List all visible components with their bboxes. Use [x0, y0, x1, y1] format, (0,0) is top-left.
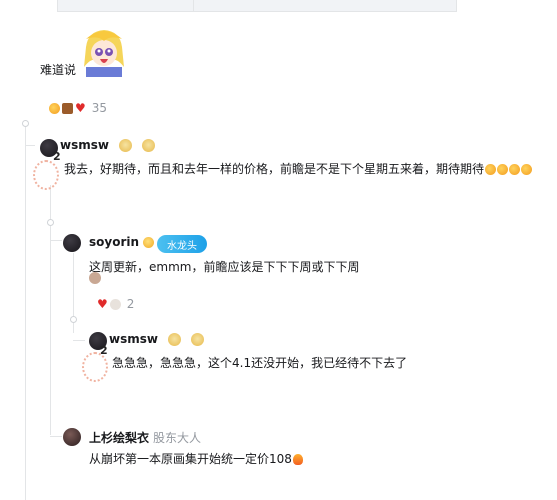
thread-branch	[73, 340, 85, 341]
username[interactable]: soyorin	[89, 235, 139, 249]
comment-header: soyorin	[89, 235, 155, 249]
comment-text: 我去，好期待，而且和去年一样的价格，前瞻是不是下个星期五来着，期待期待	[64, 162, 485, 176]
comment-text: 难道说	[40, 63, 77, 77]
heart-icon: ♥	[97, 296, 108, 311]
anime-sticker-image	[80, 27, 128, 77]
comment-header: wsmsw	[109, 332, 204, 346]
comment-text: 急急急，急急急，这个4.1还没开始，我已经待不下去了	[112, 356, 408, 370]
avatar-frame-decoration	[33, 160, 59, 190]
reaction-count: 2	[126, 297, 135, 311]
user-title: 股东大人	[153, 431, 202, 445]
surprised-emoji-icon	[292, 453, 303, 465]
comment-text: 从崩坏第一本原画集开始统一定价108	[89, 452, 292, 466]
comment-body: 我去，好期待，而且和去年一样的价格，前瞻是不是下个星期五来着，期待期待	[64, 161, 544, 177]
small-avatar-icon	[89, 272, 101, 284]
hug-emoji-icon	[509, 163, 521, 175]
heart-eyes-emoji-icon	[143, 236, 155, 248]
fan-badge-icon	[118, 138, 132, 152]
card-divider	[193, 0, 194, 12]
user-tag-badge: 水龙头	[157, 235, 207, 253]
comment-header: wsmsw	[60, 138, 155, 152]
hug-emoji-icon	[485, 163, 497, 175]
thread-branch	[25, 145, 35, 146]
heart-icon: ♥	[75, 100, 86, 115]
hug-emoji-icon	[497, 163, 509, 175]
avatar[interactable]	[63, 234, 81, 252]
bear-emoji-icon	[62, 102, 73, 114]
comment-body: 从崩坏第一本原画集开始统一定价108	[89, 451, 303, 467]
thread-node	[47, 219, 54, 226]
avatar[interactable]	[63, 428, 81, 446]
comment-text: 这周更新，emmm，前瞻应该是下下下周或下下周	[89, 260, 360, 274]
comment-header: 上杉绘梨衣 股东大人	[89, 429, 201, 446]
fan-badge-icon	[190, 332, 204, 346]
thread-node	[22, 120, 29, 127]
username[interactable]: wsmsw	[60, 138, 109, 152]
reaction-bar[interactable]: ♥ 35	[49, 101, 107, 115]
username[interactable]: 上杉绘梨衣	[89, 429, 149, 446]
avatar-badge: 2	[100, 344, 108, 357]
quoted-card	[57, 0, 457, 12]
reaction-count: 35	[91, 101, 108, 115]
username[interactable]: wsmsw	[109, 332, 158, 346]
cat-emoji-icon	[109, 298, 121, 310]
thread-line-main	[25, 120, 26, 500]
thread-branch	[50, 436, 62, 437]
hug-emoji-icon	[521, 163, 533, 175]
hug-emoji-icon	[49, 102, 60, 114]
thread-node	[70, 316, 77, 323]
fan-badge-icon	[141, 138, 155, 152]
fan-badge-icon	[167, 332, 181, 346]
reaction-bar[interactable]: ♥ 2	[97, 297, 134, 311]
thread-branch	[50, 240, 62, 241]
